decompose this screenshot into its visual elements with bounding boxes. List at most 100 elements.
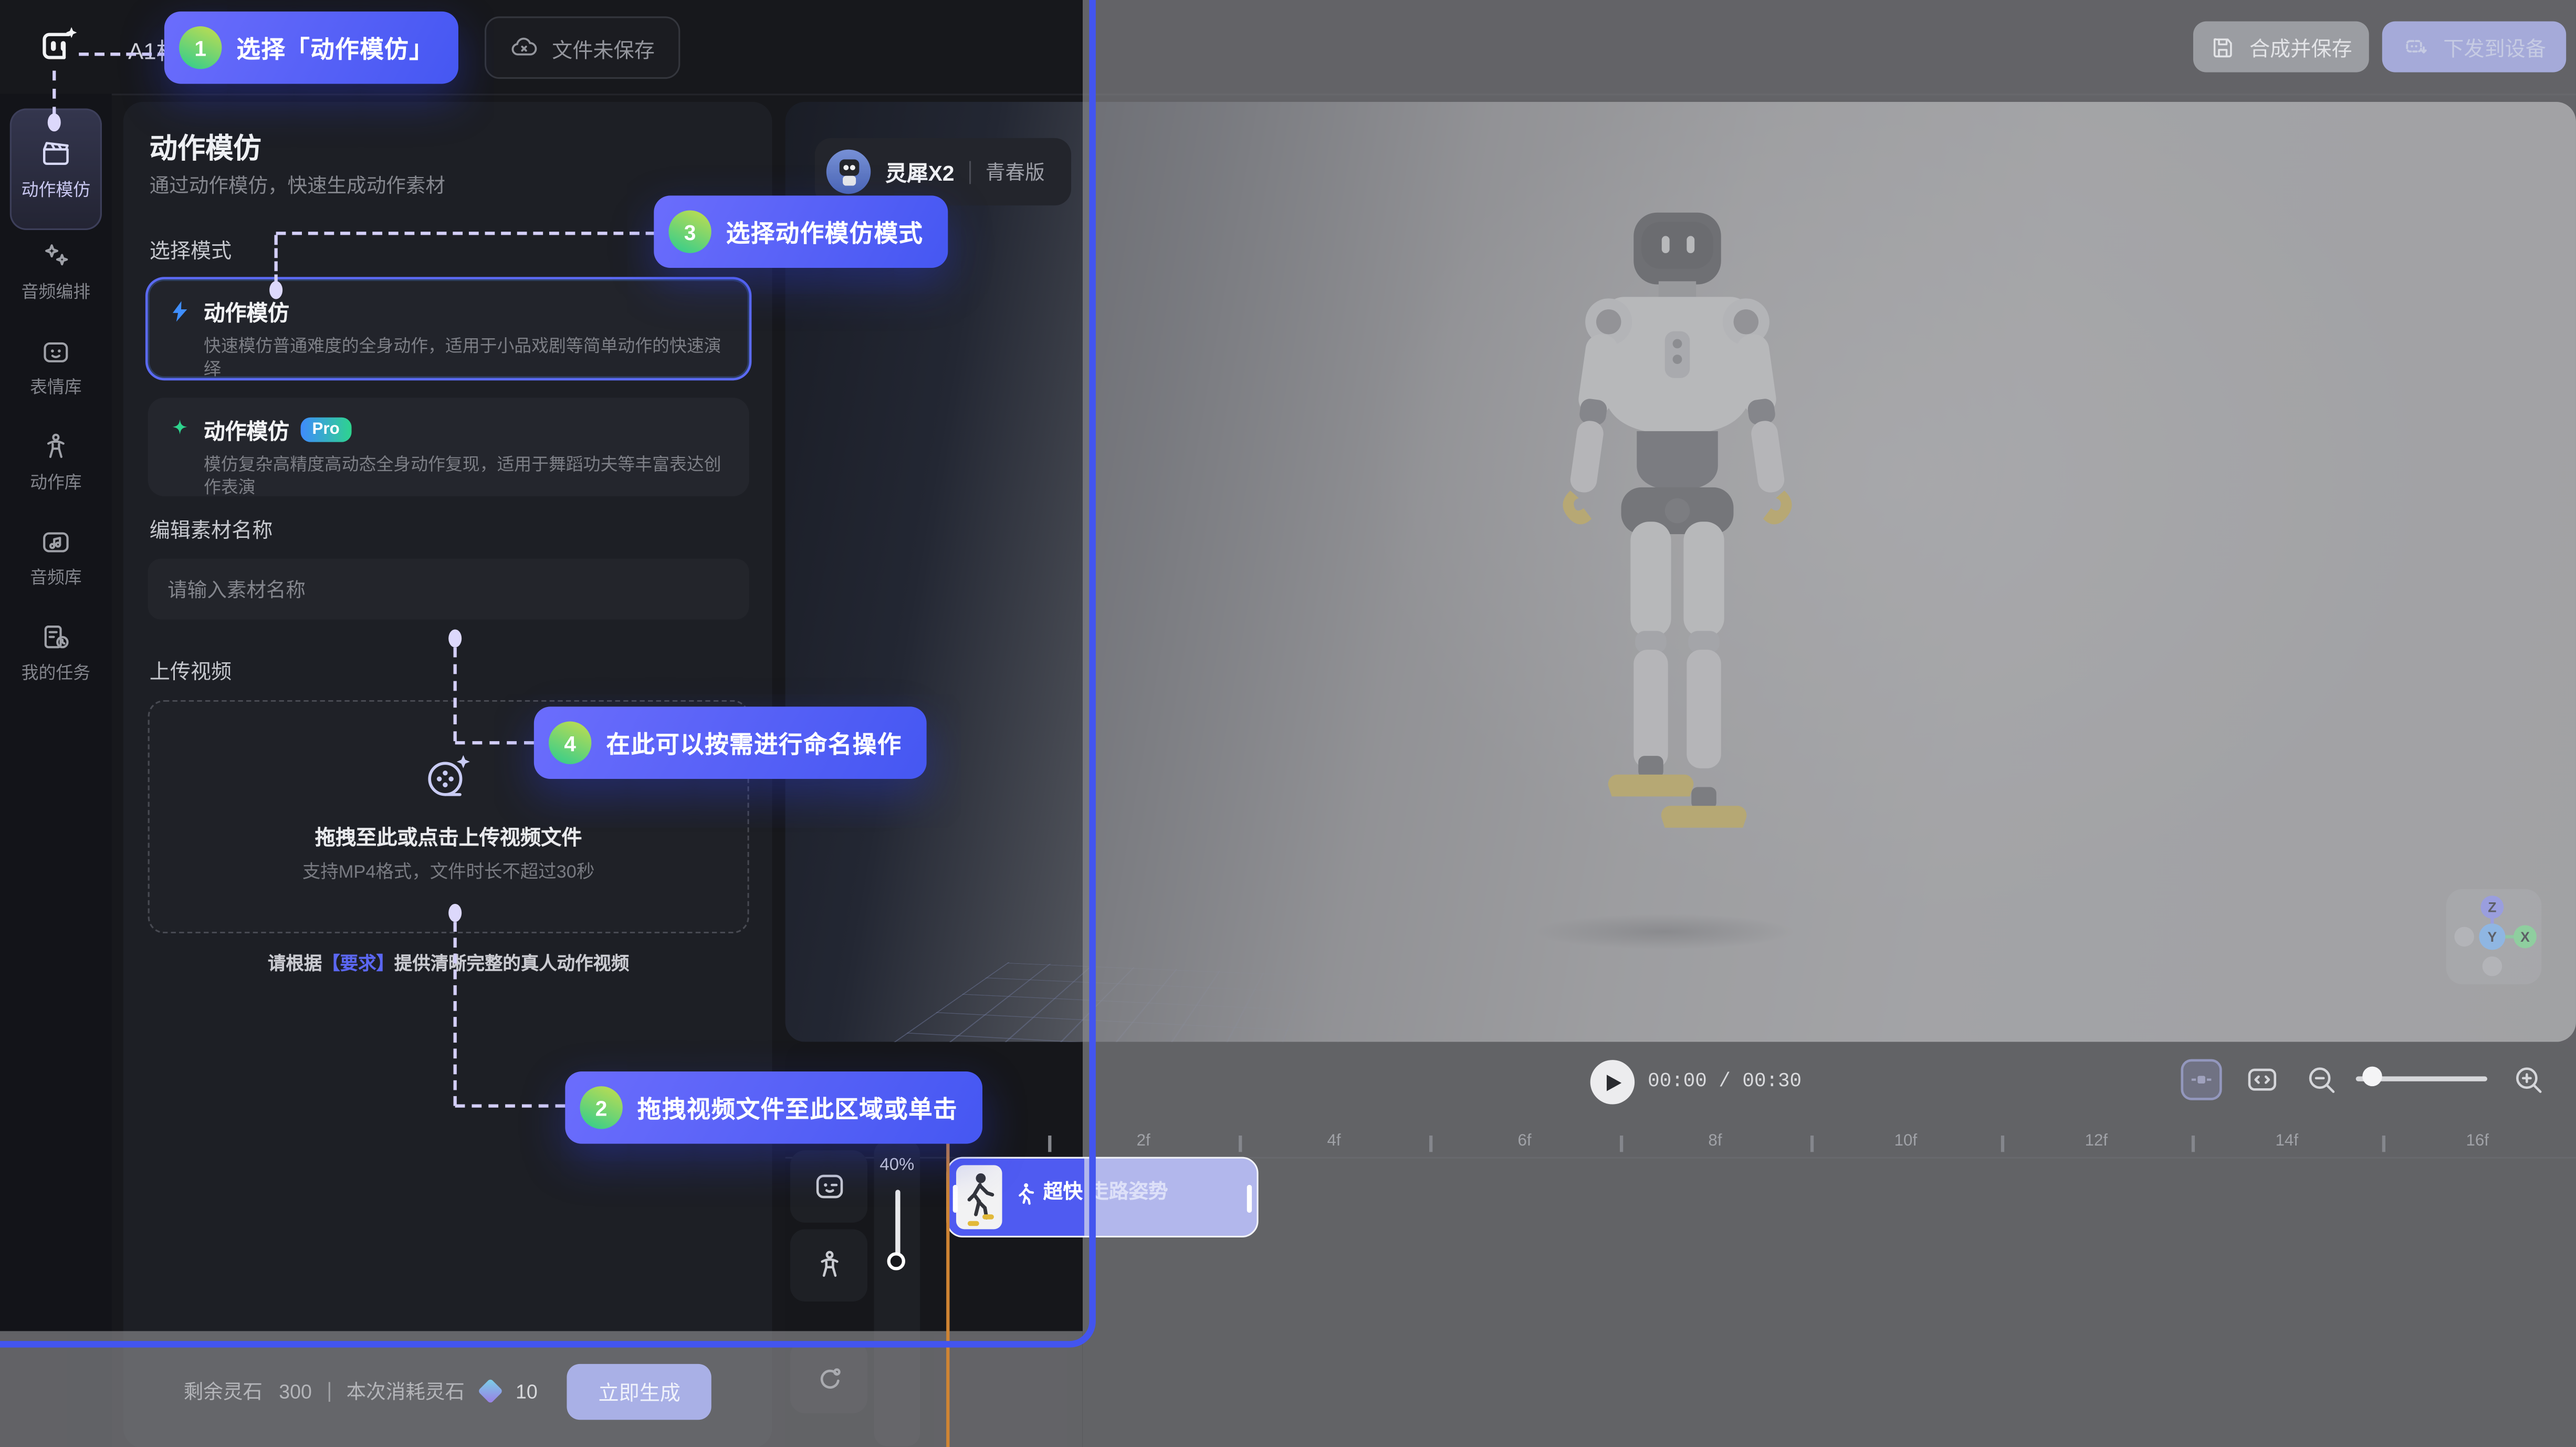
name-section-label: 编辑素材名称: [150, 513, 273, 544]
tutorial-step-2[interactable]: 2 拖拽视频文件至此区域或单击: [565, 1071, 982, 1144]
ruler-label: 6f: [1517, 1132, 1531, 1150]
ruler-label: 8f: [1708, 1132, 1722, 1150]
deploy-device-label: 下发到设备: [2443, 31, 2546, 62]
sidebar-item-my-tasks[interactable]: 我的任务: [0, 621, 112, 685]
clip-trim-left[interactable]: [953, 1185, 958, 1213]
zoom-in-button[interactable]: [2510, 1061, 2547, 1098]
generate-footer: 剩余灵石 300 本次消耗灵石 10 立即生成: [123, 1362, 772, 1420]
sidebar-item-label: 音频编排: [22, 279, 90, 304]
robot-download-icon: [2402, 33, 2430, 61]
dim-overlay-right: [1083, 0, 2576, 1447]
step-number: 2: [580, 1086, 622, 1129]
expression-track-button[interactable]: [790, 1150, 867, 1223]
mode-title: 动作模仿: [204, 414, 289, 445]
sidebar-item-label: 我的任务: [22, 661, 90, 685]
track-zoom-knob[interactable]: [887, 1252, 905, 1270]
requirement-link[interactable]: 【要求】: [322, 955, 394, 975]
upload-requirement-note: 请根据【要求】提供清晰完整的真人动作视频: [0, 950, 897, 976]
axis-gizmo[interactable]: Z Y X: [2446, 889, 2541, 984]
connector-4-v: [454, 648, 457, 741]
timeline-ruler[interactable]: 2f4f6f8f10f12f14f16f: [786, 1131, 2576, 1157]
footer-divider: [328, 1381, 330, 1401]
track-zoom-rail[interactable]: [895, 1190, 899, 1258]
deploy-device-button[interactable]: 下发到设备: [2382, 22, 2566, 72]
connector-3-dot: [269, 281, 282, 299]
star-icon: [167, 418, 192, 442]
gizmo-z[interactable]: Z: [2480, 896, 2504, 919]
save-compose-label: 合成并保存: [2249, 31, 2352, 62]
ruler-tick: [1048, 1136, 1051, 1152]
timeline-clip[interactable]: 超快 走路姿势: [946, 1157, 1258, 1237]
tasks-icon: [39, 621, 72, 654]
screen: 灵犀X2 青春版 40% 2f4f6f8f10f12f14f16f 超快 走路姿…: [0, 0, 2576, 1447]
tutorial-step-1[interactable]: 1 选择「动作模仿」: [164, 12, 458, 84]
tutorial-step-3[interactable]: 3 选择动作模仿模式: [654, 195, 948, 268]
play-button[interactable]: [1590, 1060, 1635, 1104]
mode-desc: 模仿复杂高精度高动态全身动作复现，适用于舞蹈功夫等丰富表达创作表演: [204, 454, 729, 501]
gizmo-minus-x[interactable]: [2454, 927, 2474, 947]
step-number: 4: [549, 722, 591, 764]
ruler-tick: [1810, 1136, 1813, 1152]
sidebar-item-label: 动作模仿: [22, 178, 90, 202]
fit-timeline-button[interactable]: [2244, 1061, 2280, 1098]
connector-4-dot: [448, 629, 462, 647]
timeline-zoom-knob[interactable]: [2362, 1067, 2382, 1087]
zoom-out-button[interactable]: [2303, 1061, 2340, 1098]
ruler-tick: [2192, 1136, 2194, 1152]
ruler-label: 10f: [1894, 1132, 1918, 1150]
file-status-button[interactable]: 文件未保存: [485, 16, 679, 79]
mode-card-standard[interactable]: 动作模仿 快速模仿普通难度的全身动作，适用于小品戏剧等简单动作的快速演绎: [148, 279, 749, 378]
sidebar-item-motion-library[interactable]: 动作库: [0, 431, 112, 495]
cloud-unsaved-icon: [509, 33, 539, 63]
ruler-label: 16f: [2466, 1132, 2489, 1150]
playhead[interactable]: [946, 1131, 949, 1447]
robot-edition: 青春版: [986, 158, 1045, 185]
material-name-input[interactable]: [148, 559, 749, 620]
clapperboard-icon: [39, 137, 72, 170]
step-text: 选择动作模仿模式: [726, 214, 923, 249]
mode-desc: 快速模仿普通难度的全身动作，适用于小品戏剧等简单动作的快速演绎: [204, 335, 729, 382]
gizmo-x[interactable]: X: [2514, 925, 2537, 949]
connector-1-v: [53, 71, 56, 117]
ruler-tick: [1429, 1136, 1432, 1152]
mode-card-pro[interactable]: 动作模仿 Pro 模仿复杂高精度高动态全身动作复现，适用于舞蹈功夫等丰富表达创作…: [148, 398, 749, 496]
generate-button[interactable]: 立即生成: [567, 1363, 711, 1419]
clip-trim-right[interactable]: [1247, 1185, 1252, 1213]
gizmo-y[interactable]: Y: [2479, 923, 2505, 950]
save-icon: [2210, 34, 2236, 60]
clip-thumbnail: [956, 1165, 1002, 1229]
sidebar-item-audio-arrange[interactable]: 音频编排: [0, 240, 112, 304]
connector-3-h: [276, 232, 656, 235]
sidebar-item-audio-library[interactable]: 音频库: [0, 526, 112, 590]
upload-section-label: 上传视频: [150, 654, 232, 685]
gizmo-minus-z[interactable]: [2483, 956, 2502, 976]
cost-value: 10: [516, 1380, 538, 1403]
app-logo-icon[interactable]: [36, 23, 82, 69]
tutorial-step-4[interactable]: 4 在此可以按需进行命名操作: [534, 706, 927, 779]
film-reel-icon: [421, 750, 476, 803]
panel-title: 动作模仿: [150, 125, 261, 166]
lightning-icon: [167, 299, 192, 324]
step-text: 在此可以按需进行命名操作: [606, 725, 902, 760]
balance-value: 300: [279, 1380, 312, 1403]
panel-subtitle: 通过动作模仿，快速生成动作素材: [150, 171, 445, 199]
gem-icon: [477, 1378, 503, 1404]
connector-3-v: [275, 235, 278, 284]
motion-track-button[interactable]: [790, 1229, 867, 1302]
connector-1-h: [79, 53, 167, 56]
cost-label: 本次消耗灵石: [347, 1377, 465, 1405]
upload-hint: 支持MP4格式，文件时长不超过30秒: [302, 857, 594, 883]
save-compose-button[interactable]: 合成并保存: [2193, 22, 2369, 72]
ruler-tick: [1620, 1136, 1622, 1152]
ruler-label: 2f: [1137, 1132, 1150, 1150]
sidebar-item-expression-library[interactable]: 表情库: [0, 335, 112, 399]
person-icon: [39, 431, 72, 464]
upload-title: 拖拽至此或点击上传视频文件: [315, 819, 582, 850]
connector-2-dot: [448, 904, 462, 922]
pro-badge: Pro: [301, 418, 351, 442]
balance-label: 剩余灵石: [184, 1377, 263, 1405]
step-number: 3: [668, 210, 711, 253]
track-zoom-value: 40%: [874, 1155, 920, 1175]
step-text: 选择「动作模仿」: [237, 30, 434, 65]
mode-title: 动作模仿: [204, 296, 289, 327]
